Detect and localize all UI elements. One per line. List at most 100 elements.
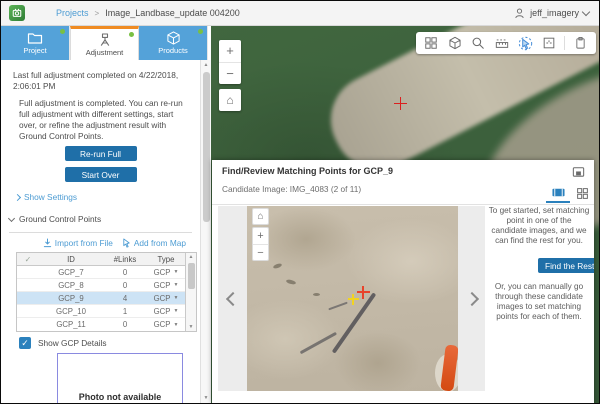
gcp-row[interactable]: GCP_7 0 GCP▼ <box>17 266 185 279</box>
show-gcp-details-label: Show GCP Details <box>38 338 107 348</box>
instructions-primary: To get started, set matching point in on… <box>488 206 590 246</box>
show-gcp-details-checkbox[interactable]: ✓ <box>19 337 31 349</box>
caret-down-icon: ▼ <box>173 269 178 275</box>
zoom-out-button[interactable]: − <box>219 62 241 84</box>
add-from-map-link[interactable]: Add from Map <box>122 238 186 248</box>
collapse-panel-icon[interactable] <box>571 164 586 179</box>
status-dot <box>60 29 65 34</box>
column-type[interactable]: Type <box>147 255 185 264</box>
tab-label: Project <box>23 46 46 55</box>
app-logo-icon <box>9 5 25 21</box>
rerun-full-button[interactable]: Re-run Full <box>65 146 137 161</box>
import-from-file-link[interactable]: Import from File <box>43 238 113 248</box>
gcp-type-dropdown[interactable]: GCP▼ <box>147 307 185 316</box>
ground-control-points-section-header[interactable]: Ground Control Points <box>9 214 200 224</box>
table-scrollbar[interactable]: ▲ ▼ <box>185 253 196 331</box>
pole-shadow <box>328 302 347 311</box>
search-icon[interactable] <box>470 35 486 51</box>
image-home-button[interactable]: ⌂ <box>252 208 269 225</box>
breadcrumb-projects-link[interactable]: Projects <box>56 8 89 18</box>
gcp-section-label: Ground Control Points <box>19 214 101 224</box>
scroll-down-icon: ▼ <box>186 324 196 330</box>
tab-project[interactable]: Project <box>1 26 70 60</box>
single-image-view-button[interactable] <box>546 183 570 203</box>
find-the-rest-button[interactable]: Find the Rest <box>538 258 594 273</box>
gcp-actions: Import from File Add from Map <box>1 238 186 248</box>
gcp-links: 0 <box>103 320 147 329</box>
candidate-image-viewer[interactable]: ⌂ + − <box>247 206 458 391</box>
zoom-out-button[interactable]: − <box>253 244 268 260</box>
photo-not-available-label: Photo not available <box>58 392 182 402</box>
ground-detail <box>313 293 320 296</box>
previous-image-button[interactable] <box>218 206 247 391</box>
caret-down-icon: ▼ <box>173 282 178 288</box>
top-bar: Projects > Image_Landbase_update 004200 … <box>1 1 599 26</box>
divider <box>9 232 192 233</box>
user-icon <box>513 7 526 20</box>
image-collection-icon[interactable] <box>423 35 439 51</box>
tab-adjustment[interactable]: Adjustment <box>70 26 139 60</box>
candidate-point-marker[interactable] <box>357 286 370 299</box>
column-links[interactable]: #Links <box>103 255 147 264</box>
grid-view-button[interactable] <box>570 183 594 203</box>
scrollbar-thumb <box>203 72 210 222</box>
scrollbar-thumb <box>188 263 195 289</box>
measure-icon[interactable] <box>494 35 510 51</box>
gcp-type-dropdown[interactable]: GCP▼ <box>147 294 185 303</box>
tab-bar: Project Adjustment Products <box>1 26 211 60</box>
map-toolbar <box>416 32 596 54</box>
image-enhance-icon[interactable] <box>541 35 557 51</box>
caret-down-icon: ▼ <box>173 308 178 314</box>
chevron-right-icon <box>464 291 478 305</box>
select-tool-icon[interactable] <box>517 35 533 51</box>
zoom-in-button[interactable]: + <box>219 40 241 62</box>
start-over-button[interactable]: Start Over <box>65 167 137 182</box>
breadcrumb-separator: > <box>95 9 100 18</box>
tab-label: Adjustment <box>86 48 124 57</box>
ground-detail <box>273 263 283 270</box>
import-icon <box>43 238 52 248</box>
import-label: Import from File <box>55 238 113 248</box>
map-cursor-icon <box>122 238 131 248</box>
gcp-id: GCP_10 <box>39 307 103 316</box>
gcp-type-dropdown[interactable]: GCP▼ <box>147 281 185 290</box>
show-settings-link[interactable]: Show Settings <box>15 192 200 202</box>
add-label: Add from Map <box>134 238 186 248</box>
map-home-button[interactable]: ⌂ <box>219 89 241 111</box>
gcp-marker[interactable] <box>394 97 407 110</box>
gcp-row[interactable]: GCP_11 0 GCP▼ <box>17 318 185 331</box>
tab-label: Products <box>158 46 188 55</box>
column-id[interactable]: ID <box>39 255 103 264</box>
panel-scrollbar[interactable]: ▲ ▼ <box>200 60 211 403</box>
gcp-links: 4 <box>103 294 147 303</box>
show-settings-label: Show Settings <box>24 192 77 202</box>
gcp-links: 1 <box>103 307 147 316</box>
gcp-row-selected[interactable]: GCP_9 4 GCP▼ <box>17 292 185 305</box>
map-zoom-control: + − <box>219 40 241 84</box>
caret-down-icon: ▼ <box>173 295 178 301</box>
chevron-left-icon <box>225 291 239 305</box>
next-image-button[interactable] <box>458 206 485 391</box>
gcp-row[interactable]: GCP_8 0 GCP▼ <box>17 279 185 292</box>
adjustment-icon <box>97 33 113 47</box>
adjustment-description: Full adjustment is completed. You can re… <box>19 98 191 142</box>
user-menu[interactable]: jeff_imagery <box>513 7 589 20</box>
gcp-id: GCP_9 <box>39 294 103 303</box>
zoom-in-button[interactable]: + <box>253 228 268 244</box>
status-dot <box>129 32 134 37</box>
gcp-row[interactable]: GCP_10 1 GCP▼ <box>17 305 185 318</box>
scroll-up-icon: ▲ <box>201 62 211 68</box>
chevron-right-icon <box>14 193 21 200</box>
gcp-type-dropdown[interactable]: GCP▼ <box>147 268 185 277</box>
show-gcp-details-row: ✓ Show GCP Details <box>19 337 200 349</box>
toolbar-divider <box>564 36 565 50</box>
gcp-type-dropdown[interactable]: GCP▼ <box>147 320 185 329</box>
scroll-down-icon: ▼ <box>201 395 211 401</box>
clipboard-icon[interactable] <box>573 35 589 51</box>
tab-products[interactable]: Products <box>139 26 208 60</box>
matching-points-panel: Find/Review Matching Points for GCP_9 Ca… <box>212 160 594 403</box>
username-label: jeff_imagery <box>530 8 579 18</box>
basemap-icon[interactable] <box>447 35 463 51</box>
panel-title: Find/Review Matching Points for GCP_9 <box>222 166 393 176</box>
gcp-id: GCP_8 <box>39 281 103 290</box>
